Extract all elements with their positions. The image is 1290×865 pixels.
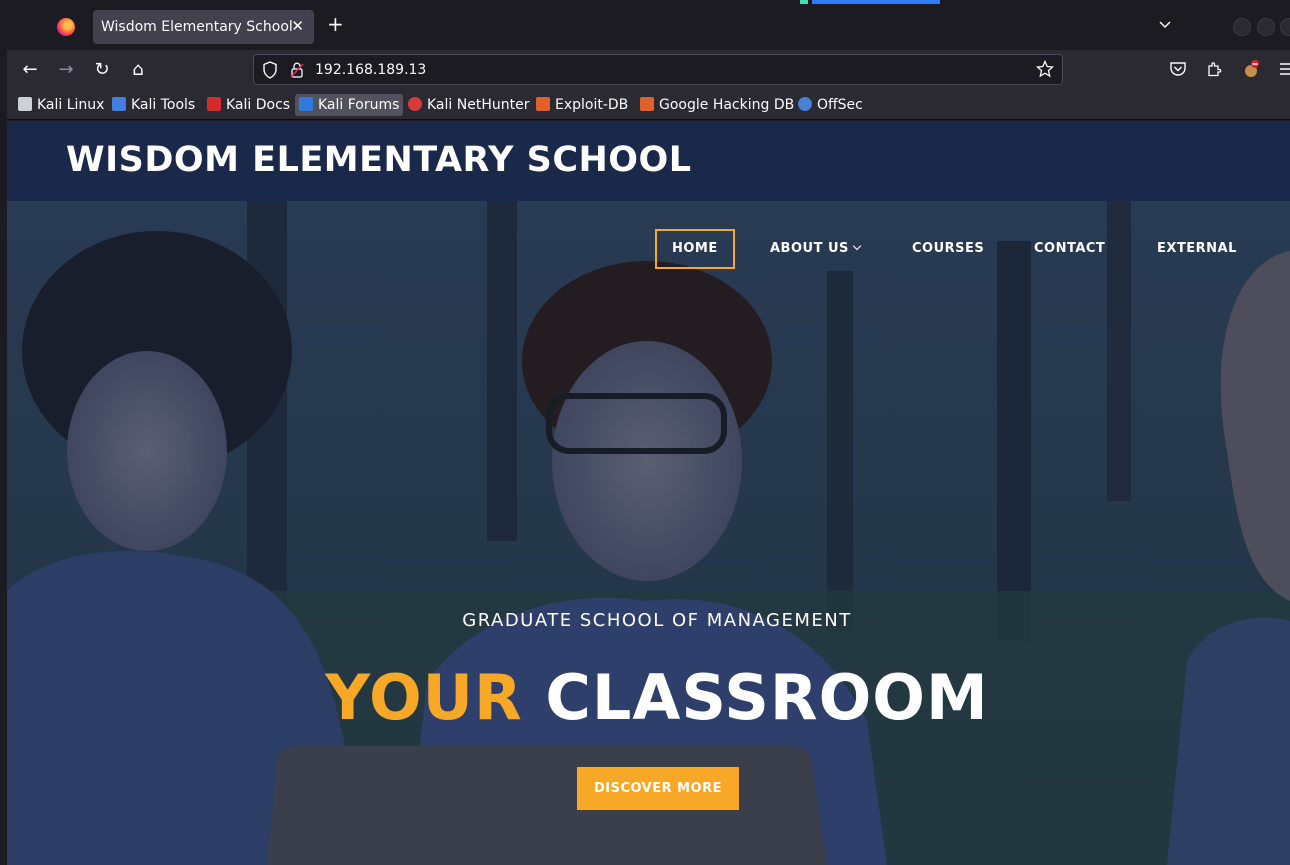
bookmark-offsec[interactable]: OffSec (794, 94, 867, 116)
home-button[interactable]: ⌂ (127, 59, 149, 81)
window-left-edge (0, 50, 7, 865)
close-window-button[interactable] (1280, 18, 1290, 36)
tab-close-icon[interactable]: ✕ (291, 17, 304, 35)
bookmark-star-icon[interactable] (1036, 60, 1054, 78)
navigation-toolbar: ← → ↻ ⌂ 192.168.189.13 (0, 50, 1290, 90)
discover-more-button[interactable]: DISCOVER MORE (577, 767, 739, 810)
chevron-down-icon[interactable] (1159, 18, 1171, 30)
url-text[interactable]: 192.168.189.13 (315, 62, 426, 78)
nav-contact[interactable]: CONTACT (1034, 229, 1105, 269)
bookmark-kali-tools[interactable]: Kali Tools (108, 94, 199, 116)
pocket-icon[interactable] (1168, 59, 1188, 79)
bookmark-exploit-db[interactable]: Exploit-DB (532, 94, 632, 116)
kali-forums-icon (299, 97, 313, 111)
forward-button[interactable]: → (55, 59, 77, 81)
insecure-lock-icon[interactable] (290, 61, 304, 79)
back-button[interactable]: ← (19, 59, 41, 81)
extensions-puzzle-icon[interactable] (1205, 59, 1225, 79)
shield-icon[interactable] (262, 61, 278, 79)
site-title[interactable]: WISDOM ELEMENTARY SCHOOL (66, 140, 692, 180)
chevron-down-icon (852, 241, 862, 251)
web-page: WISDOM ELEMENTARY SCHOOL HOME ABOUT US C… (7, 121, 1290, 865)
bookmark-kali-linux[interactable]: Kali Linux (14, 94, 108, 116)
bookmarks-toolbar: Kali Linux Kali Tools Kali Docs Kali For… (0, 90, 1290, 120)
bookmark-kali-forums[interactable]: Kali Forums (295, 94, 404, 116)
hero-headline-accent: YOUR (325, 661, 523, 734)
tab-active[interactable]: Wisdom Elementary School ✕ (93, 10, 314, 44)
tab-strip: Wisdom Elementary School ✕ + (0, 0, 1290, 50)
kali-docs-icon (207, 97, 221, 111)
main-navigation: HOME ABOUT US COURSES CONTACT EXTERNAL (7, 229, 1290, 269)
nav-home[interactable]: HOME (655, 229, 735, 269)
browser-window: Wisdom Elementary School ✕ + ← → ↻ ⌂ 192… (0, 0, 1290, 865)
url-bar[interactable]: 192.168.189.13 (253, 54, 1063, 85)
bookmark-kali-docs[interactable]: Kali Docs (203, 94, 294, 116)
bookmark-kali-nethunter[interactable]: Kali NetHunter (404, 94, 533, 116)
new-tab-button[interactable]: + (327, 14, 344, 34)
nav-external[interactable]: EXTERNAL (1157, 229, 1237, 269)
kali-tools-icon (112, 97, 126, 111)
bookmark-google-hacking-db[interactable]: Google Hacking DB (636, 94, 798, 116)
activity-indicator-blue (812, 0, 940, 4)
nav-courses[interactable]: COURSES (912, 229, 984, 269)
offsec-icon (798, 97, 812, 111)
reload-button[interactable]: ↻ (91, 59, 113, 81)
activity-indicator-green (800, 0, 808, 4)
hamburger-menu-icon[interactable] (1277, 59, 1290, 79)
exploit-db-icon (536, 97, 550, 111)
ublock-extension-icon[interactable] (1241, 59, 1261, 79)
hero-subtitle: GRADUATE SCHOOL OF MANAGEMENT (462, 610, 852, 631)
kali-dragon-icon (18, 97, 32, 111)
hero-headline-rest: CLASSROOM (522, 661, 989, 734)
minimize-window-button[interactable] (1233, 18, 1251, 36)
firefox-logo-icon[interactable] (57, 18, 75, 36)
nethunter-icon (408, 97, 422, 111)
ghdb-icon (640, 97, 654, 111)
tab-title: Wisdom Elementary School (101, 19, 293, 35)
site-header: WISDOM ELEMENTARY SCHOOL (7, 121, 1290, 201)
nav-about-us[interactable]: ABOUT US (770, 229, 862, 269)
hero-headline: YOUR CLASSROOM (7, 661, 1290, 734)
maximize-window-button[interactable] (1257, 18, 1275, 36)
